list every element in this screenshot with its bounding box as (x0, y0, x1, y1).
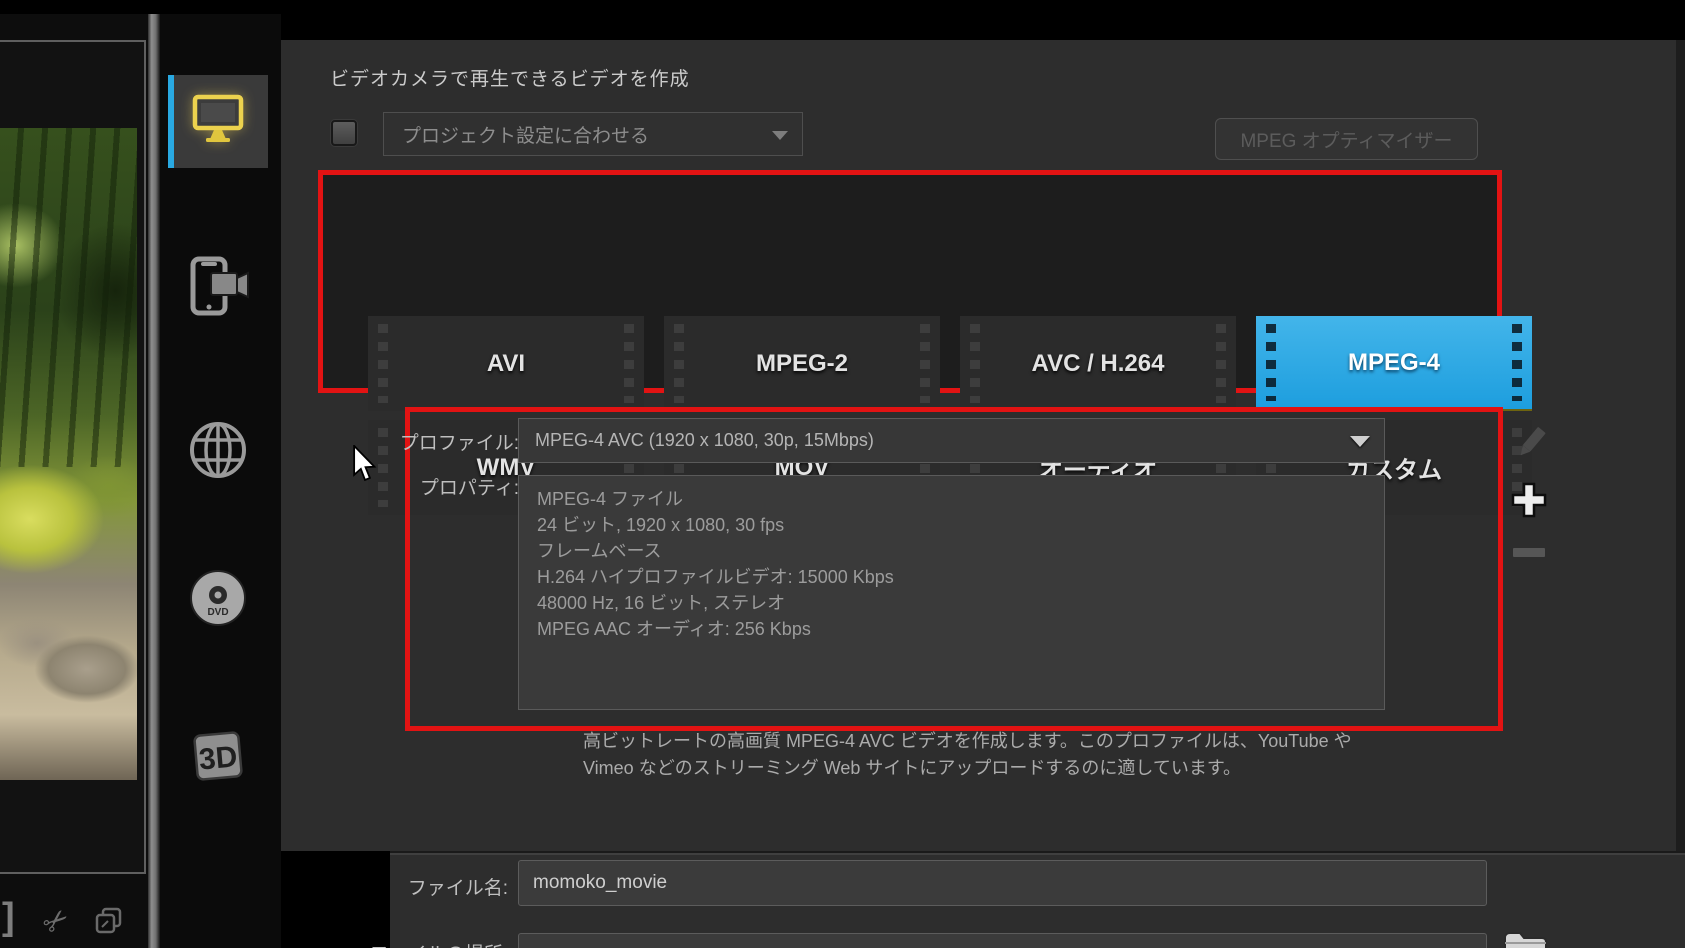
preview-toolbar: ] ✂ (0, 898, 148, 948)
property-line: H.264 ハイプロファイルビデオ: 15000 Kbps (537, 564, 1366, 590)
format-highlight-box: AVI MPEG-2 AVC / H.264 MPEG-4 WMV MOV オー… (318, 170, 1502, 393)
property-line: MPEG-4 ファイル (537, 486, 1366, 512)
mpeg-optimizer-label: MPEG オプティマイザー (1240, 126, 1452, 153)
svg-text:DVD: DVD (207, 607, 228, 618)
format-button-mpeg2[interactable]: MPEG-2 (664, 316, 940, 411)
file-name-input[interactable] (518, 860, 1487, 906)
mobile-camera-icon (185, 255, 251, 322)
browse-folder-icon[interactable] (1502, 927, 1548, 948)
profile-description: 高ビットレートの高画質 MPEG-4 AVC ビデオを作成します。このプロファイ… (583, 728, 1383, 782)
mark-out-icon[interactable]: ] (2, 896, 15, 939)
mpeg-optimizer-button[interactable]: MPEG オプティマイザー (1215, 118, 1478, 160)
file-location-input[interactable] (518, 933, 1487, 948)
panel-divider[interactable] (148, 14, 160, 948)
chevron-down-icon (772, 131, 788, 140)
file-name-label: ファイル名: (330, 873, 508, 900)
format-button-avc-h264[interactable]: AVC / H.264 (960, 316, 1236, 411)
sidebar-item-web[interactable] (168, 406, 268, 499)
chevron-down-icon (1350, 436, 1370, 447)
dvd-disc-icon: DVD (187, 567, 249, 634)
sidebar-item-computer[interactable] (168, 75, 268, 168)
properties-box: MPEG-4 ファイル 24 ビット, 1920 x 1080, 30 fps … (518, 475, 1385, 710)
remove-profile-button[interactable] (1513, 548, 1545, 557)
file-location-label: ファイルの場所: (330, 939, 508, 948)
export-settings-panel: ビデオカメラで再生できるビデオを作成 プロジェクト設定に合わせる MPEG オプ… (281, 40, 1685, 851)
format-button-mpeg4[interactable]: MPEG-4 (1256, 316, 1532, 411)
add-profile-button[interactable] (1509, 480, 1549, 525)
share-destination-sidebar: DVD 3D (160, 14, 281, 948)
app-window: ] ✂ (0, 0, 1685, 948)
format-button-avi[interactable]: AVI (368, 316, 644, 411)
split-clip-icon[interactable]: ✂ (36, 900, 78, 943)
sidebar-item-3d[interactable]: 3D (168, 712, 268, 805)
property-line: フレームベース (537, 538, 1366, 564)
file-section: ファイル名: ファイルの場所: (390, 851, 1685, 948)
mouse-cursor (352, 445, 378, 488)
3d-icon: 3D (187, 725, 249, 792)
sidebar-item-disc[interactable]: DVD (168, 554, 268, 647)
globe-icon (187, 419, 249, 486)
profile-dropdown-value: MPEG-4 AVC (1920 x 1080, 30p, 15Mbps) (535, 430, 874, 451)
sidebar-item-device[interactable] (168, 242, 268, 335)
panel-edge (1676, 40, 1685, 851)
property-line: 24 ビット, 1920 x 1080, 30 fps (537, 512, 1366, 538)
preview-panel: ] ✂ (0, 14, 148, 948)
project-settings-dropdown-value: プロジェクト設定に合わせる (402, 121, 649, 148)
property-line: 48000 Hz, 16 ビット, ステレオ (537, 590, 1366, 616)
profile-dropdown[interactable]: MPEG-4 AVC (1920 x 1080, 30p, 15Mbps) (518, 418, 1385, 463)
video-preview-frame (0, 40, 146, 874)
page-title: ビデオカメラで再生できるビデオを作成 (330, 64, 690, 91)
project-settings-dropdown[interactable]: プロジェクト設定に合わせる (383, 112, 803, 156)
video-preview-image (0, 128, 137, 780)
same-as-project-checkbox[interactable] (331, 120, 357, 146)
copy-icon[interactable] (94, 906, 124, 941)
edit-profile-button[interactable] (1513, 420, 1549, 471)
property-line: MPEG AAC オーディオ: 256 Kbps (537, 616, 1366, 642)
svg-text:3D: 3D (198, 740, 239, 776)
monitor-icon (189, 94, 247, 149)
